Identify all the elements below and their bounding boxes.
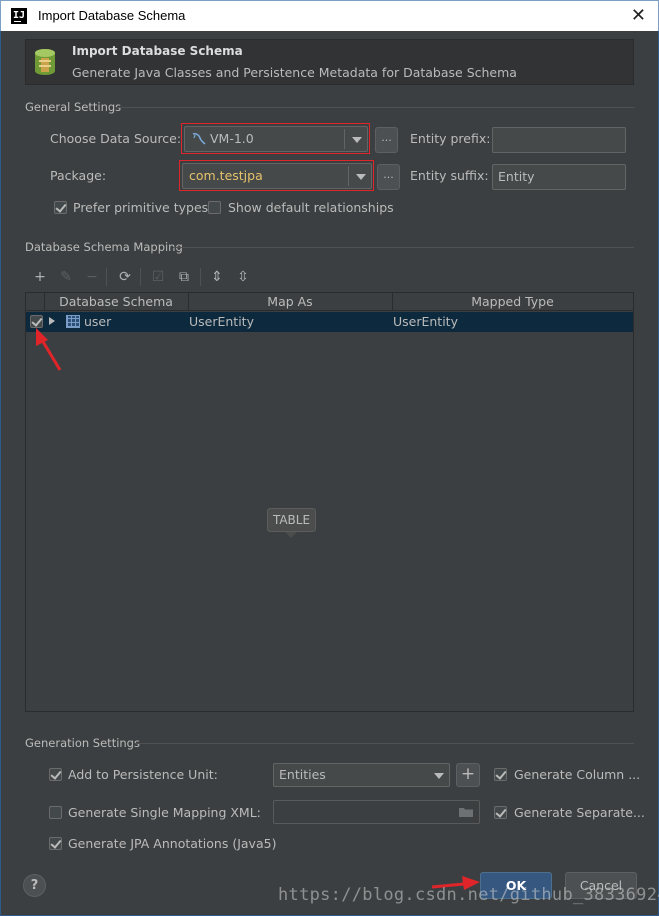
general-settings-divider [116, 107, 634, 108]
generate-column-label: Generate Column ... [514, 767, 641, 782]
schema-mapping-table[interactable]: Database Schema Map As Mapped Type user … [25, 292, 634, 712]
highlight-box-data-source [181, 123, 370, 154]
prefer-primitive-checkbox[interactable] [54, 201, 67, 214]
generate-column-checkbox[interactable] [494, 768, 507, 781]
tooltip-tail [285, 532, 297, 538]
table-icon [66, 315, 80, 328]
add-to-pu-checkbox[interactable] [49, 768, 62, 781]
generation-settings-title: Generation Settings [25, 736, 140, 750]
database-icon [35, 49, 55, 75]
banner-title: Import Database Schema [72, 44, 243, 58]
package-label: Package: [50, 168, 107, 183]
red-annotation-arrow-checkbox [36, 328, 62, 371]
add-icon[interactable]: + [32, 268, 48, 286]
watermark-text: https://blog.csdn.net/github_38336924 [278, 885, 659, 905]
title-bar: IJ Import Database Schema ✕ [0, 0, 659, 31]
generate-separate-checkbox[interactable] [494, 806, 507, 819]
expand-arrow-icon[interactable] [49, 317, 55, 325]
banner-subtitle: Generate Java Classes and Persistence Me… [72, 65, 517, 80]
single-mapping-xml-field[interactable] [273, 800, 480, 824]
column-header-database-schema[interactable]: Database Schema [44, 294, 188, 309]
schema-mapping-divider [173, 247, 634, 248]
persistence-unit-combo[interactable]: Entities [273, 763, 450, 787]
data-source-browse-button[interactable]: ... [375, 127, 398, 153]
folder-icon[interactable] [458, 806, 474, 818]
edit-icon[interactable]: ✎ [58, 268, 74, 286]
chevron-down-icon[interactable] [434, 773, 444, 779]
show-default-relationships-label: Show default relationships [228, 200, 394, 215]
single-mapping-xml-checkbox[interactable] [49, 806, 62, 819]
jpa-annotations-label: Generate JPA Annotations (Java5) [68, 836, 277, 851]
entity-prefix-field[interactable] [492, 127, 626, 153]
general-settings-title: General Settings [25, 100, 122, 114]
generate-separate-label: Generate Separate... [514, 805, 645, 820]
data-source-label: Choose Data Source: [50, 131, 182, 146]
help-button[interactable]: ? [23, 874, 46, 897]
expand-all-icon[interactable]: ⇕ [209, 268, 225, 286]
cell-map-as[interactable]: UserEntity [189, 314, 254, 329]
persistence-unit-value: Entities [279, 767, 326, 782]
add-persistence-unit-button[interactable]: + [456, 763, 480, 787]
add-to-pu-label: Add to Persistence Unit: [68, 767, 218, 782]
entity-suffix-field[interactable]: Entity [492, 164, 626, 190]
cell-mapped-type[interactable]: UserEntity [393, 314, 458, 329]
package-browse-button[interactable]: ... [377, 164, 400, 190]
refresh-icon[interactable]: ⟳ [117, 268, 133, 286]
jpa-annotations-checkbox[interactable] [49, 837, 62, 850]
generation-settings-divider [135, 743, 634, 744]
highlight-box-package [179, 160, 374, 191]
table-tooltip: TABLE [267, 508, 316, 532]
close-icon[interactable]: ✕ [631, 5, 646, 26]
single-mapping-xml-label: Generate Single Mapping XML: [68, 805, 261, 820]
collapse-all-icon[interactable]: ⇳ [235, 268, 251, 286]
dialog-banner: Import Database Schema Generate Java Cla… [25, 39, 634, 85]
entity-suffix-label: Entity suffix: [410, 168, 489, 183]
schema-mapping-title: Database Schema Mapping [25, 240, 183, 254]
entity-suffix-value: Entity [498, 169, 535, 184]
column-header-map-as[interactable]: Map As [188, 294, 392, 309]
copy-icon[interactable]: ⧉ [176, 268, 192, 286]
remove-icon[interactable]: − [84, 268, 100, 286]
window-title: Import Database Schema [38, 8, 186, 23]
cell-database-schema: user [84, 314, 112, 329]
entity-prefix-label: Entity prefix: [410, 131, 491, 146]
prefer-primitive-label: Prefer primitive types [73, 200, 209, 215]
table-header: Database Schema Map As Mapped Type [26, 293, 633, 311]
show-default-relationships-checkbox[interactable] [208, 201, 221, 214]
intellij-app-icon: IJ [11, 8, 27, 24]
column-header-mapped-type[interactable]: Mapped Type [392, 294, 633, 309]
table-row[interactable]: user UserEntity UserEntity [26, 312, 633, 332]
check-icon[interactable]: ☑ [150, 268, 166, 286]
